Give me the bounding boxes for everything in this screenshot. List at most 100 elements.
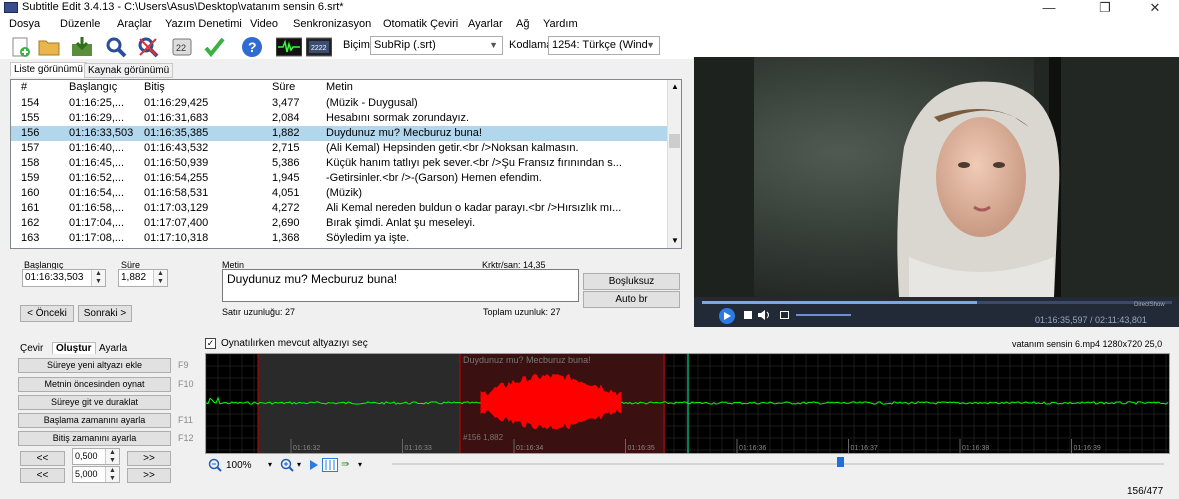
close-button[interactable]: ✕ — [1135, 0, 1175, 16]
spin-arrows-icon[interactable]: ▲ ▼ — [105, 467, 119, 482]
previous-button[interactable]: < Önceki — [20, 305, 74, 322]
unbreak-button[interactable]: Boşluksuz — [583, 273, 680, 290]
column-header-text[interactable]: Metin — [326, 80, 353, 96]
menu-sync[interactable]: Senkronizasyon — [293, 18, 371, 30]
waveform-view-icon[interactable] — [322, 458, 338, 472]
spin-arrows-icon[interactable]: ▲ ▼ — [91, 270, 105, 286]
visual-sync-icon[interactable]: 22 — [171, 36, 193, 58]
column-header-number[interactable]: # — [21, 80, 27, 96]
scroll-down-icon[interactable]: ▼ — [671, 236, 679, 245]
row-end: 01:17:03,129 — [144, 202, 209, 214]
menu-tools[interactable]: Araçlar — [117, 18, 152, 30]
help-icon[interactable]: ? — [241, 36, 263, 58]
next-button[interactable]: Sonraki > — [78, 305, 132, 322]
menu-help[interactable]: Yardım — [543, 18, 578, 30]
play-from-before-button[interactable]: Metnin öncesinden oynat — [18, 377, 171, 392]
waveform-toggle-icon[interactable] — [276, 36, 302, 58]
play-icon[interactable] — [716, 307, 738, 325]
column-header-end[interactable]: Bitiş — [144, 80, 165, 96]
checkmark-icon: ✓ — [206, 338, 215, 348]
step-back-small-button[interactable]: << — [20, 451, 65, 466]
play-selection-icon[interactable] — [310, 460, 318, 470]
step-back-large-button[interactable]: << — [20, 468, 65, 483]
save-icon[interactable] — [71, 36, 93, 58]
zoom-in-icon[interactable] — [280, 458, 294, 472]
menu-file[interactable]: Dosya — [9, 18, 40, 30]
new-file-icon[interactable] — [10, 36, 32, 58]
table-row[interactable]: 158 01:16:45,... 01:16:50,939 5,386 Küçük ha… — [11, 156, 668, 171]
table-row[interactable]: 157 01:16:40,... 01:16:43,532 2,715 (Ali Kem… — [11, 141, 668, 156]
tab-create[interactable]: Oluştur — [52, 342, 96, 354]
table-row[interactable]: 154 01:16:25,... 01:16:29,425 3,477 (Müzik -… — [11, 96, 668, 111]
table-row[interactable]: 162 01:17:04,... 01:17:07,400 2,690 Bırak şi… — [11, 216, 668, 231]
fullscreen-icon[interactable] — [780, 311, 789, 319]
menu-bar: Dosya Düzenle Araçlar Yazım Denetimi Vid… — [0, 16, 1179, 33]
zoom-dropdown-icon[interactable]: ▾ — [268, 460, 272, 469]
table-row[interactable]: 164 01:17:1101:17:13,681 2,673 Yarın gece b… — [11, 246, 668, 248]
row-start: 01:17:08,... — [69, 232, 125, 244]
scroll-up-icon[interactable]: ▲ — [671, 82, 679, 91]
zoom-value[interactable]: 100% — [226, 460, 252, 471]
encoding-dropdown[interactable]: 1254: Türkçe (Wind ▼ — [548, 36, 660, 55]
select-current-subtitle-checkbox[interactable]: ✓ — [205, 338, 216, 349]
menu-options[interactable]: Ayarlar — [468, 18, 503, 30]
start-time-field[interactable]: 01:16:33,503 ▲ ▼ — [22, 269, 106, 287]
column-header-duration[interactable]: Süre — [272, 80, 295, 96]
stop-icon[interactable] — [744, 311, 752, 319]
scroll-thumb[interactable] — [669, 134, 680, 148]
table-row[interactable]: 160 01:16:54,... 01:16:58,531 4,051 (Müzik) — [11, 186, 668, 201]
auto-br-button[interactable]: Auto br — [583, 291, 680, 308]
menu-autotranslate[interactable]: Otomatik Çeviri — [383, 18, 458, 30]
volume-slider[interactable] — [796, 314, 851, 316]
table-row[interactable]: 159 01:16:52,... 01:16:54,255 1,945 -Getirsi… — [11, 171, 668, 186]
table-row[interactable]: 163 01:17:08,... 01:17:10,318 1,368 Söyledim… — [11, 231, 668, 246]
step-forward-large-button[interactable]: >> — [127, 468, 171, 483]
tab-translate[interactable]: Çevir — [20, 343, 43, 354]
step-forward-small-button[interactable]: >> — [127, 451, 171, 466]
menu-edit[interactable]: Düzenle — [60, 18, 100, 30]
set-start-time-button[interactable]: Başlama zamanını ayarla — [18, 413, 171, 428]
tab-list-view[interactable]: Liste görünümü — [10, 62, 87, 77]
spin-arrows-icon[interactable]: ▲ ▼ — [105, 449, 119, 464]
tab-adjust[interactable]: Ayarla — [99, 343, 127, 354]
spell-check-icon[interactable] — [203, 36, 225, 58]
subtitle-text-editor[interactable]: Duydunuz mu? Mecburuz buna! — [222, 269, 579, 302]
small-step-field[interactable]: 0,500 ▲ ▼ — [72, 448, 120, 465]
tab-source-view[interactable]: Kaynak görünümü — [84, 63, 174, 78]
menu-network[interactable]: Ağ — [516, 18, 529, 30]
row-duration: 1,368 — [272, 232, 300, 244]
table-row[interactable]: 161 01:16:58,... 01:17:03,129 4,272 Ali Kema… — [11, 201, 668, 216]
find-icon[interactable] — [105, 36, 127, 58]
spin-arrows-icon[interactable]: ▲ ▼ — [153, 270, 167, 286]
insert-at-time-button[interactable]: Süreye yeni altyazı ekle — [18, 358, 171, 373]
video-player[interactable] — [694, 57, 1179, 327]
waveform-slider-thumb[interactable] — [836, 457, 844, 467]
minimize-button[interactable]: — — [1029, 0, 1069, 16]
spectrogram-dropdown-icon[interactable]: ▾ — [358, 460, 362, 469]
large-step-field[interactable]: 5,000 ▲ ▼ — [72, 466, 120, 483]
video-brand: DirectShow — [1134, 302, 1165, 308]
grid-scrollbar[interactable]: ▲ ▼ — [667, 80, 681, 248]
duration-field[interactable]: 1,882 ▲ ▼ — [118, 269, 168, 287]
menu-video[interactable]: Video — [250, 18, 278, 30]
toggle-spectrogram-icon[interactable]: ⇛ — [341, 459, 349, 470]
subtitle-grid[interactable]: # Başlangıç Bitiş Süre Metin 154 01:16:25… — [10, 79, 682, 249]
go-to-and-pause-button[interactable]: Süreye git ve duraklat — [18, 395, 171, 410]
format-dropdown[interactable]: SubRip (.srt) ▼ — [370, 36, 503, 55]
table-row[interactable]: 156 01:16:33,503 01:16:35,385 1,882 Duydunuz… — [11, 126, 668, 141]
zoom-in-dropdown-icon[interactable]: ▾ — [297, 460, 301, 469]
waveform-position-slider[interactable] — [392, 463, 1164, 465]
replace-icon[interactable] — [137, 36, 159, 58]
maximize-button[interactable]: ❐ — [1085, 0, 1125, 16]
open-folder-icon[interactable] — [38, 36, 60, 58]
row-duration: 3,477 — [272, 97, 300, 109]
column-header-start[interactable]: Başlangıç — [69, 80, 117, 96]
video-seekbar[interactable] — [702, 301, 1172, 304]
menu-spellcheck[interactable]: Yazım Denetimi — [165, 18, 242, 30]
audio-waveform[interactable]: Duydunuz mu? Mecburuz buna! #156 1,882 0… — [205, 353, 1170, 454]
table-row[interactable]: 155 01:16:29,... 01:16:31,683 2,084 Hesabını… — [11, 111, 668, 126]
volume-icon[interactable] — [758, 310, 770, 320]
zoom-out-icon[interactable] — [208, 458, 222, 472]
video-toggle-icon[interactable]: 2222 — [306, 36, 332, 58]
set-end-time-button[interactable]: Bitiş zamanını ayarla — [18, 431, 171, 446]
